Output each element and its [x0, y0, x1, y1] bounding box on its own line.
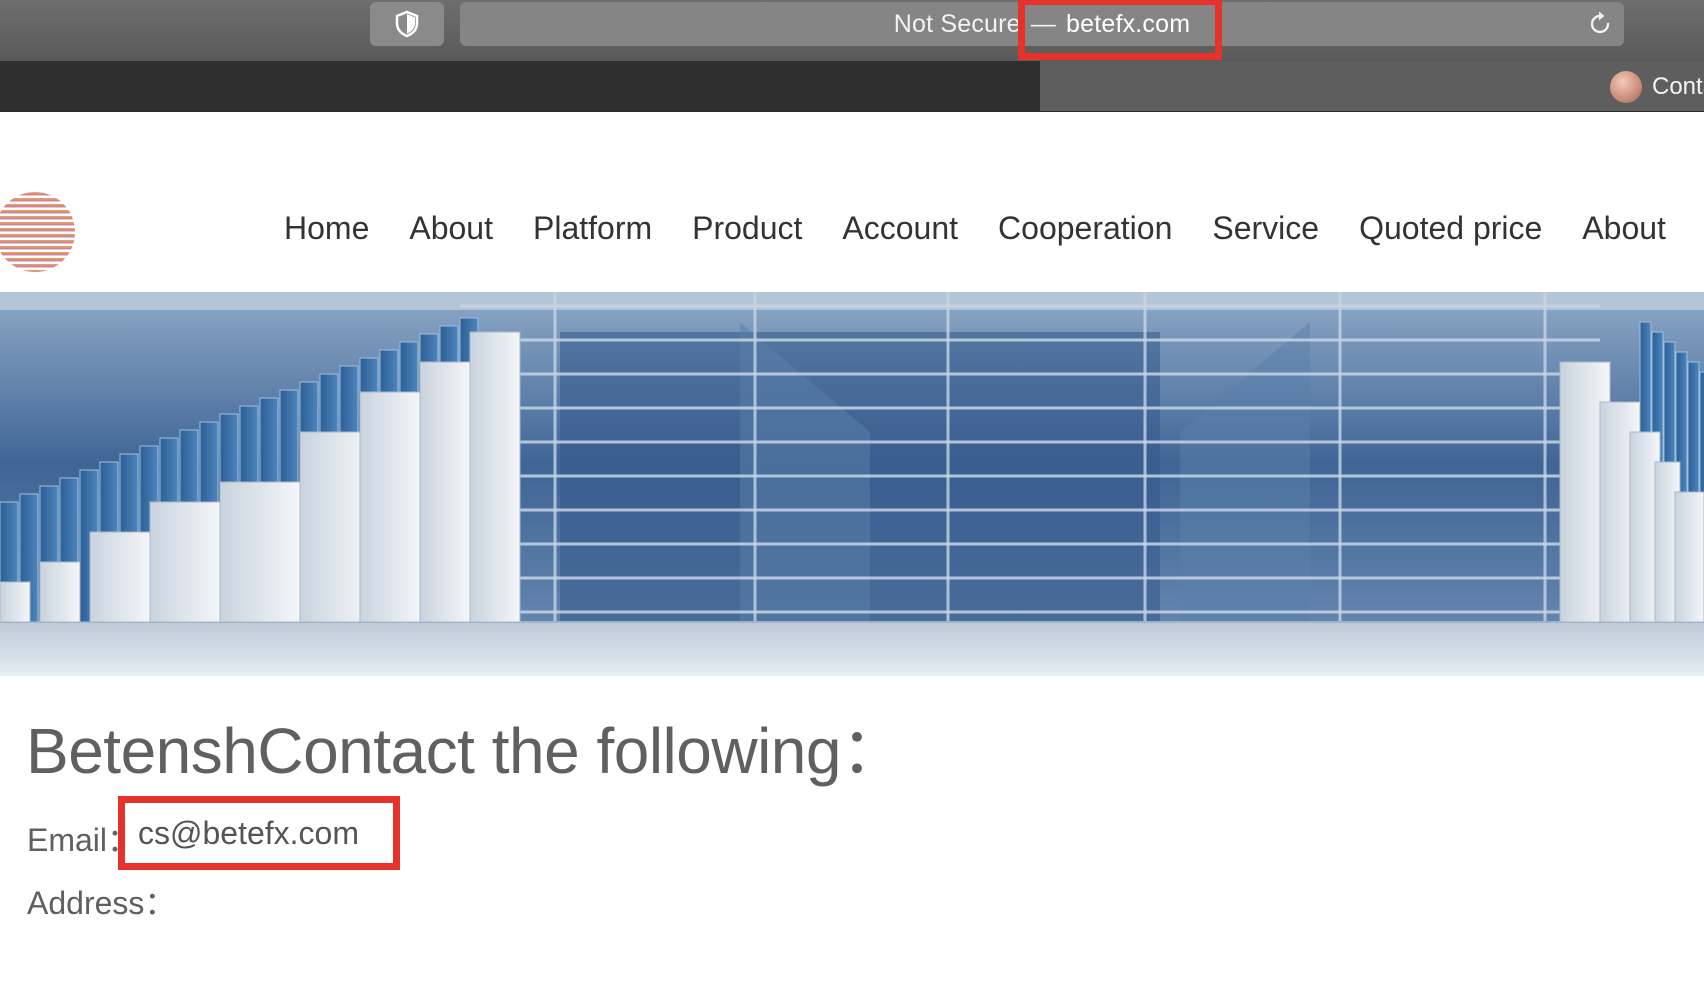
nav-quoted-price[interactable]: Quoted price	[1359, 210, 1542, 247]
security-status: Not Secure	[893, 9, 1021, 38]
nav-account[interactable]: Account	[842, 210, 958, 247]
nav-home[interactable]: Home	[284, 210, 369, 247]
tab-title: Contact	[1652, 73, 1704, 100]
main-nav: Home About Platform Product Account Coop…	[264, 208, 1686, 248]
nav-about-2[interactable]: About	[1582, 210, 1666, 247]
url-highlight-box	[1018, 0, 1222, 60]
page-title: BetenshContact the following：	[26, 715, 905, 787]
favicon	[1610, 71, 1642, 103]
nav-product[interactable]: Product	[692, 210, 802, 247]
address-label: Address：	[27, 885, 177, 921]
nav-cooperation[interactable]: Cooperation	[998, 210, 1172, 247]
nav-service[interactable]: Service	[1212, 210, 1319, 247]
tab-active[interactable]	[1040, 61, 1704, 111]
address-row: Address：	[27, 878, 176, 924]
tab-bar: Contact	[0, 61, 1704, 112]
shield-icon	[395, 10, 419, 38]
nav-platform[interactable]: Platform	[533, 210, 652, 247]
tab-inactive[interactable]	[0, 61, 1041, 111]
nav-about[interactable]: About	[409, 210, 493, 247]
logo-icon[interactable]	[0, 182, 80, 282]
email-highlight-box	[118, 796, 400, 870]
privacy-shield-button[interactable]	[370, 2, 444, 46]
hero-banner	[0, 292, 1704, 676]
reload-icon[interactable]	[1586, 10, 1614, 38]
site-header: Home About Platform Product Account Coop…	[0, 112, 1704, 292]
browser-toolbar: Not Secure — betefx.com	[0, 0, 1704, 62]
banner-image	[0, 292, 1704, 676]
